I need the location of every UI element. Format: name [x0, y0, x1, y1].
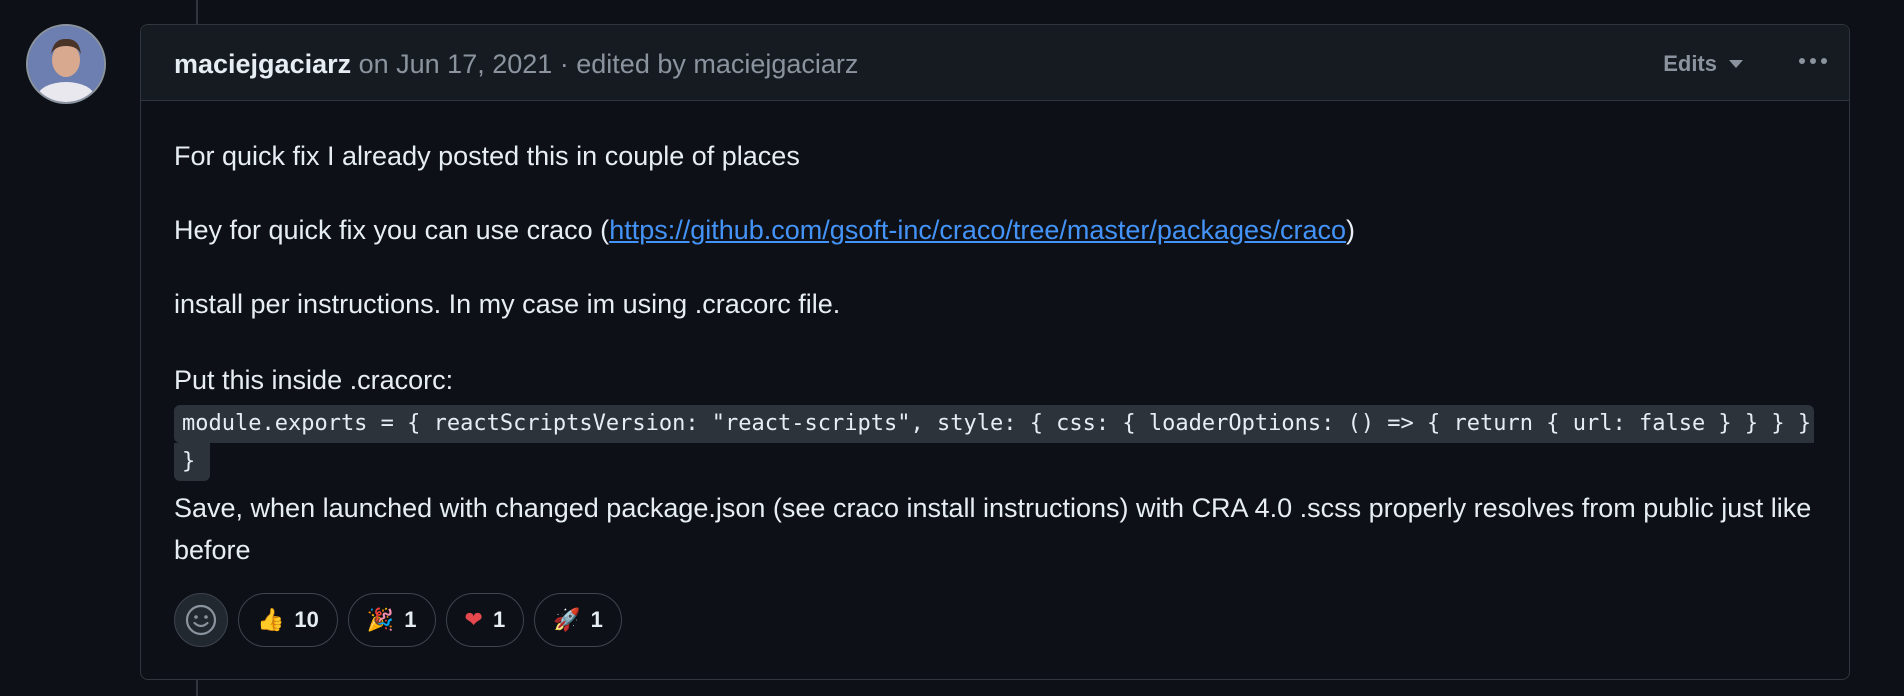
comment-card: maciejgaciarz on Jun 17, 2021 · edited b…	[140, 24, 1850, 680]
avatar[interactable]	[26, 24, 106, 104]
paragraph-4: Put this inside .cracorc:	[174, 365, 454, 395]
paragraph-2: Hey for quick fix you can use craco (htt…	[174, 215, 1355, 246]
rocket-icon: 🚀	[553, 607, 581, 633]
more-options-icon[interactable]	[1793, 47, 1833, 75]
thumbs-up-icon: 👍	[257, 607, 285, 633]
reaction-count: 1	[404, 607, 417, 632]
edits-label: Edits	[1663, 51, 1717, 76]
edits-dropdown[interactable]: Edits	[1663, 51, 1743, 77]
paragraph-2-prefix: Hey for quick fix you can use craco (	[174, 215, 610, 245]
comment-header: maciejgaciarz on Jun 17, 2021 · edited b…	[141, 25, 1849, 101]
inline-code-line-1: module.exports = { reactScriptsVersion: …	[174, 405, 1814, 443]
comment-date-edited[interactable]: on Jun 17, 2021 · edited by maciejgaciar…	[351, 49, 859, 79]
party-popper-icon: 🎉	[366, 607, 395, 633]
paragraph-3: install per instructions. In my case im …	[174, 289, 841, 319]
chevron-down-icon	[1729, 60, 1743, 68]
inline-code-line-2: }	[174, 443, 210, 481]
paragraph-2-suffix: )	[1346, 215, 1356, 245]
comment-meta: maciejgaciarz on Jun 17, 2021 · edited b…	[174, 49, 858, 80]
craco-link[interactable]: https://github.com/gsoft-inc/craco/tree/…	[609, 215, 1346, 245]
reaction-party[interactable]: 🎉 1	[347, 593, 436, 647]
author-link[interactable]: maciejgaciarz	[174, 49, 351, 79]
heart-icon: ❤	[464, 607, 483, 633]
paragraph-1: For quick fix I already posted this in c…	[174, 141, 800, 171]
add-reaction-button[interactable]	[174, 593, 228, 647]
reaction-count: 10	[294, 607, 319, 632]
user-avatar-image	[28, 26, 104, 102]
smiley-icon	[185, 604, 217, 636]
reaction-heart[interactable]: ❤ 1	[445, 593, 525, 647]
reaction-count: 1	[590, 607, 603, 632]
paragraph-5: Save, when launched with changed package…	[174, 493, 1812, 565]
reactions-bar: 👍 10 🎉 1 ❤ 1 🚀 1	[174, 593, 622, 647]
reaction-rocket[interactable]: 🚀 1	[534, 593, 622, 647]
reaction-count: 1	[492, 607, 506, 632]
reaction-thumbs-up[interactable]: 👍 10	[238, 593, 338, 647]
